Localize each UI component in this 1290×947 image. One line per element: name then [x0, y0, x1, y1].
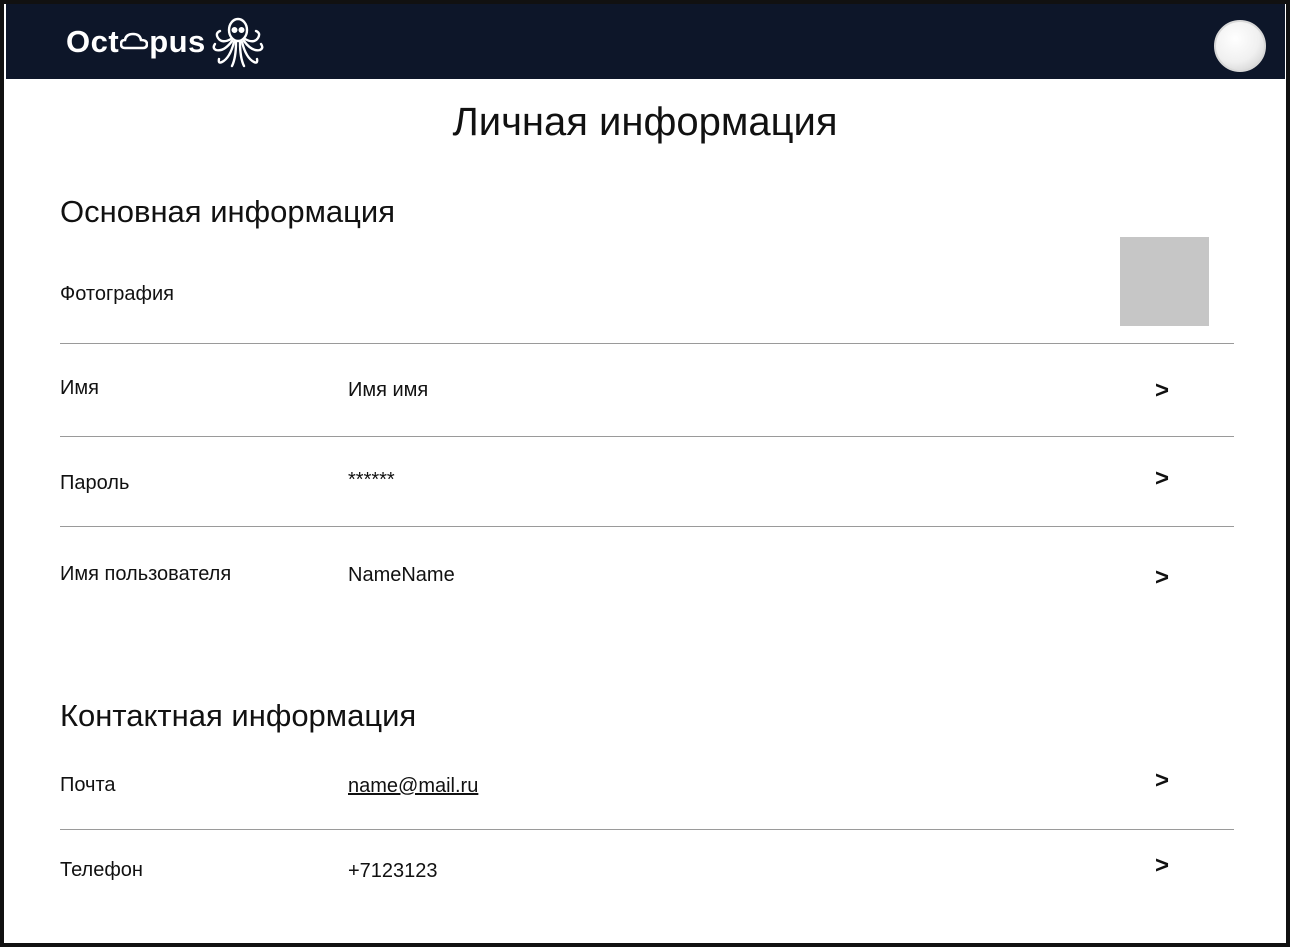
divider [60, 829, 1234, 830]
row-password-chevron-icon[interactable]: > [1150, 465, 1174, 493]
row-name[interactable] [60, 360, 1234, 430]
row-phone-value: +7123123 [348, 860, 438, 882]
row-username-value: NameName [348, 564, 455, 586]
logo[interactable]: Oct pus [66, 12, 266, 72]
page-title: Личная информация [452, 100, 838, 144]
octopus-logo-icon [212, 17, 264, 68]
row-name-label: Имя [60, 377, 99, 399]
divider [60, 436, 1234, 437]
divider [60, 526, 1234, 527]
logo-text-start: Oct [66, 24, 120, 59]
row-phone-chevron-icon[interactable]: > [1150, 852, 1174, 880]
row-email-value[interactable]: name@mail.ru [348, 775, 478, 798]
row-password-value: ****** [348, 469, 395, 491]
row-email-label: Почта [60, 774, 116, 796]
section-title-basic: Основная информация [60, 194, 396, 229]
top-bar: Oct pus [6, 4, 1285, 79]
section-title-contact: Контактная информация [60, 698, 417, 733]
row-name-value: Имя имя [348, 379, 429, 401]
logo-text-end: pus [149, 24, 206, 59]
row-username-chevron-icon[interactable]: > [1150, 564, 1174, 592]
profile-photo[interactable] [1120, 237, 1209, 326]
user-avatar[interactable] [1214, 20, 1266, 72]
row-email-chevron-icon[interactable]: > [1150, 767, 1174, 795]
photo-label: Фотография [60, 283, 174, 305]
divider [60, 343, 1234, 344]
logo-text: Oct pus [66, 24, 206, 60]
row-name-chevron-icon[interactable]: > [1150, 377, 1174, 405]
row-password-label: Пароль [60, 472, 130, 494]
row-phone-label: Телефон [60, 859, 143, 881]
row-username-label: Имя пользователя [60, 563, 232, 585]
cloud-icon [120, 32, 149, 50]
